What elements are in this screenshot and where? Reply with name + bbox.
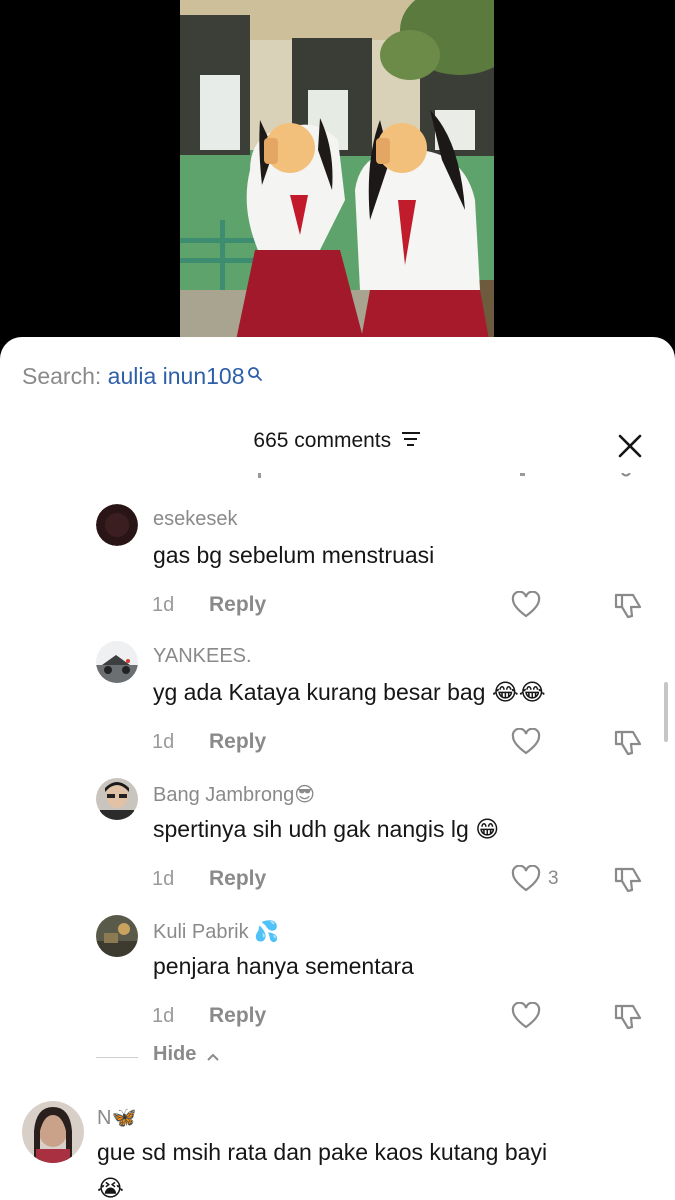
chevron-up-icon: [206, 1049, 220, 1067]
comments-sheet: Search: aulia inun108 665 comments eseke…: [0, 337, 675, 1200]
avatar[interactable]: [96, 915, 138, 957]
scrollbar[interactable]: [664, 682, 668, 742]
username-emoji: 💦: [254, 921, 280, 943]
comment-username-text: Kuli Pabrik: [153, 921, 249, 943]
video-player[interactable]: [180, 0, 494, 345]
comment-username-text: N: [97, 1107, 112, 1129]
video-frame-image: [180, 0, 494, 345]
comment-emoji: 😁: [475, 816, 500, 842]
avatar[interactable]: [22, 1101, 84, 1163]
username-emoji: 🦋: [111, 1107, 137, 1129]
cutoff-previous-comment: [258, 473, 631, 478]
avatar[interactable]: [96, 504, 138, 546]
comment-emoji: 😭: [97, 1175, 124, 1200]
comment-username-text: Bang Jambrong: [153, 784, 295, 806]
comment-text: gue sd msih rata dan pake kaos kutang ba…: [97, 1139, 548, 1165]
reply-button[interactable]: Reply: [209, 1004, 266, 1028]
dislike-icon[interactable]: [613, 1001, 643, 1031]
comments-count: 665 comments: [253, 429, 392, 452]
like-count: 3: [548, 868, 559, 889]
sort-icon[interactable]: [400, 431, 422, 452]
heart-icon[interactable]: [511, 590, 541, 619]
comment-username[interactable]: esekesek: [153, 508, 238, 531]
avatar[interactable]: [96, 641, 138, 683]
comment-text-body: yg ada Kataya kurang besar bag: [153, 679, 486, 705]
dislike-icon[interactable]: [613, 590, 643, 620]
search-suggestion[interactable]: Search: aulia inun108: [22, 363, 263, 390]
comment-text: penjara hanya sementara: [153, 953, 414, 979]
comment-text: yg ada Kataya kurang besar bag 😂😂: [153, 679, 546, 706]
comment-time: 1d: [152, 731, 175, 753]
search-query[interactable]: aulia inun108: [108, 363, 245, 389]
comment-time: 1d: [152, 1005, 175, 1027]
comment-username[interactable]: Kuli Pabrik 💦: [153, 919, 279, 944]
username-emoji: 😎: [294, 784, 316, 806]
divider: [96, 1057, 138, 1058]
dislike-icon[interactable]: [613, 727, 643, 757]
reply-button[interactable]: Reply: [209, 867, 266, 891]
comment-text: gas bg sebelum menstruasi: [153, 542, 435, 568]
close-icon[interactable]: [617, 433, 643, 459]
heart-icon[interactable]: [511, 1001, 541, 1030]
comment-text: spertinya sih udh gak nangis lg 😁: [153, 816, 499, 843]
comment-time: 1d: [152, 594, 175, 616]
reply-button[interactable]: Reply: [209, 730, 266, 754]
search-icon[interactable]: [247, 361, 263, 388]
hide-label: Hide: [153, 1043, 197, 1065]
comment-username[interactable]: Bang Jambrong😎: [153, 782, 315, 807]
comments-header: 665 comments: [0, 429, 675, 463]
reply-button[interactable]: Reply: [209, 593, 266, 617]
comment-emoji: 😂😂: [491, 679, 546, 705]
comment-username[interactable]: N🦋: [97, 1105, 136, 1130]
dislike-icon[interactable]: [613, 864, 643, 894]
heart-icon[interactable]: [511, 864, 541, 893]
heart-icon[interactable]: [511, 727, 541, 756]
comment-username[interactable]: YANKEES.: [153, 645, 252, 668]
comment-text-body: spertinya sih udh gak nangis lg: [153, 816, 469, 842]
avatar[interactable]: [96, 778, 138, 820]
search-prefix: Search:: [22, 363, 108, 389]
comment-time: 1d: [152, 868, 175, 890]
